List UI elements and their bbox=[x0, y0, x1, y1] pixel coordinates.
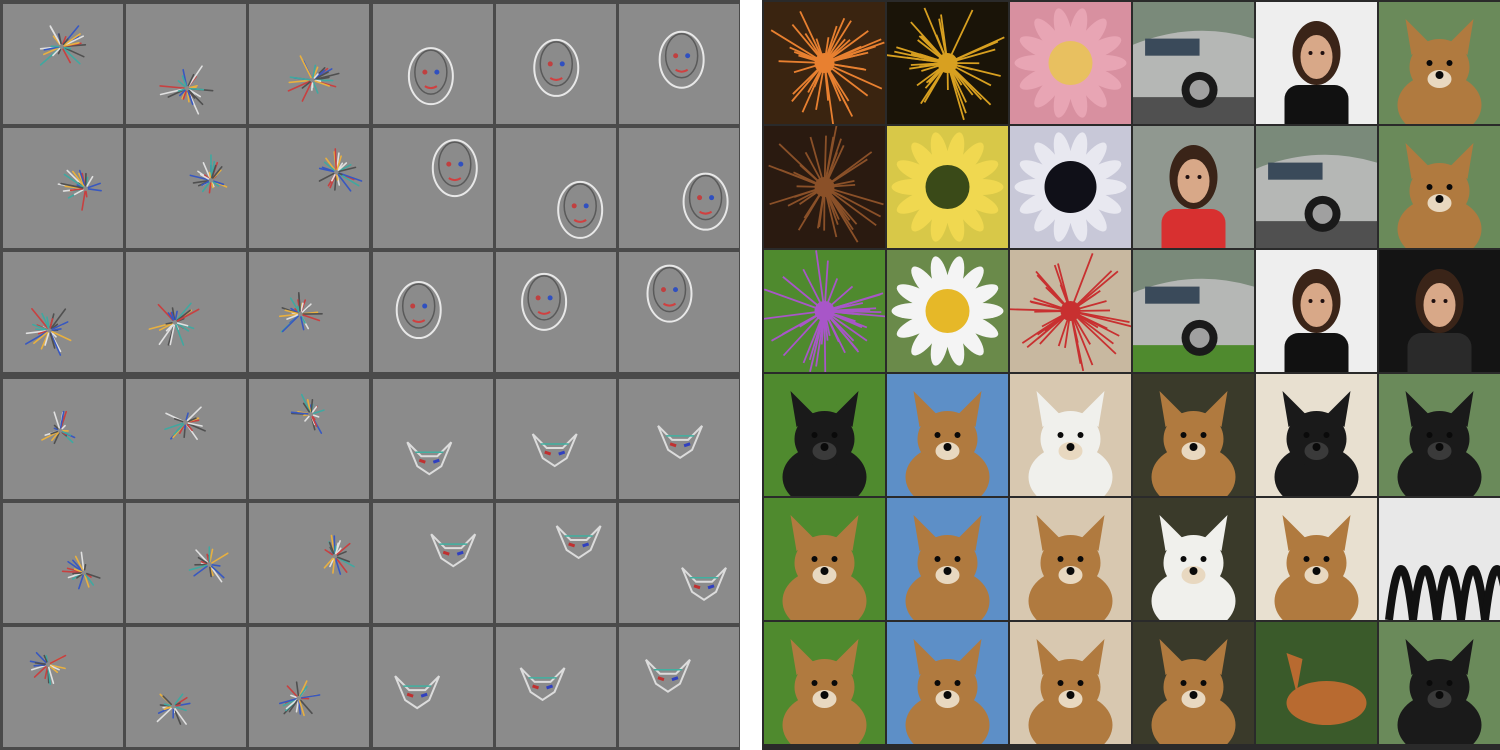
patch-spitz bbox=[1133, 622, 1254, 744]
patch-dingo bbox=[1133, 374, 1254, 496]
feature-cell bbox=[126, 252, 246, 372]
patch-deer bbox=[1256, 622, 1377, 744]
feature-cell bbox=[249, 252, 369, 372]
patch-german-shepherd bbox=[764, 498, 885, 620]
patch-sunflower-center bbox=[887, 126, 1008, 248]
patch-woman-red-shirt bbox=[1133, 126, 1254, 248]
image-patch-grid bbox=[764, 2, 1500, 744]
patch-orange-sea-urchin bbox=[764, 2, 885, 124]
patch-silver-convertible bbox=[1133, 250, 1254, 372]
patch-black-shepherd bbox=[1379, 374, 1500, 496]
feature-cell bbox=[373, 627, 493, 747]
feature-cell bbox=[373, 379, 493, 499]
feature-cell bbox=[496, 503, 616, 623]
feature-cell bbox=[249, 4, 369, 124]
feature-cell bbox=[373, 4, 493, 124]
feature-cell bbox=[126, 128, 246, 248]
feature-cell bbox=[496, 128, 616, 248]
feature-cell bbox=[3, 128, 123, 248]
patch-dark-daisy-center bbox=[1010, 126, 1131, 248]
feature-cell bbox=[249, 379, 369, 499]
deconv-grid bbox=[3, 4, 739, 747]
patch-brown-spiky-pod bbox=[764, 126, 885, 248]
feature-cell bbox=[619, 503, 739, 623]
patch-collie bbox=[887, 374, 1008, 496]
patch-woman-portrait bbox=[1256, 2, 1377, 124]
patch-small-terrier bbox=[1379, 2, 1500, 124]
feature-cell bbox=[249, 627, 369, 747]
patch-papillon bbox=[887, 622, 1008, 744]
patch-woman-portrait bbox=[1256, 250, 1377, 372]
patch-pink-gerbera bbox=[1010, 2, 1131, 124]
patch-small-white-dog bbox=[1010, 374, 1131, 496]
patch-yorkshire-terrier bbox=[764, 622, 885, 744]
patch-cocker-spaniel bbox=[1379, 126, 1500, 248]
patch-black-shepherd bbox=[1256, 374, 1377, 496]
patch-cairn-terrier bbox=[1010, 498, 1131, 620]
patch-yellow-spiky-flower bbox=[887, 2, 1008, 124]
patch-dingo bbox=[1256, 498, 1377, 620]
feature-cell bbox=[496, 4, 616, 124]
patch-silver-sports-car bbox=[1256, 126, 1377, 248]
feature-cell bbox=[126, 4, 246, 124]
feature-cell bbox=[126, 379, 246, 499]
feature-cell bbox=[496, 379, 616, 499]
feature-cell bbox=[249, 503, 369, 623]
patch-silver-minivan bbox=[1133, 2, 1254, 124]
patch-chihuahua bbox=[764, 374, 885, 496]
feature-cell bbox=[373, 252, 493, 372]
feature-cell bbox=[619, 4, 739, 124]
feature-cell bbox=[3, 379, 123, 499]
patch-white-daisy bbox=[887, 250, 1008, 372]
patch-red-spiky-flower bbox=[1010, 250, 1131, 372]
feature-visualization-panel bbox=[0, 0, 740, 750]
patch-purple-thistle bbox=[764, 250, 885, 372]
feature-cell bbox=[373, 128, 493, 248]
feature-cell bbox=[126, 627, 246, 747]
feature-cell bbox=[126, 503, 246, 623]
quadrant-fur-texture bbox=[3, 379, 369, 747]
feature-cell bbox=[3, 503, 123, 623]
patch-collie bbox=[887, 498, 1008, 620]
feature-cell bbox=[249, 128, 369, 248]
feature-cell bbox=[619, 627, 739, 747]
patch-woman-smiling bbox=[1379, 250, 1500, 372]
patch-terrier bbox=[1010, 622, 1131, 744]
quadrant-face-outline bbox=[373, 4, 739, 372]
feature-cell bbox=[3, 627, 123, 747]
feature-cell bbox=[619, 128, 739, 248]
patch-white-wolf bbox=[1133, 498, 1254, 620]
feature-cell bbox=[3, 4, 123, 124]
patch-iron-bench bbox=[1379, 498, 1500, 620]
feature-cell bbox=[373, 503, 493, 623]
feature-cell bbox=[619, 252, 739, 372]
quadrant-pointed-ears bbox=[373, 379, 739, 747]
patch-hairless-dog bbox=[1379, 622, 1500, 744]
quadrant-flower-texture bbox=[3, 4, 369, 372]
image-patch-panel bbox=[762, 0, 1500, 750]
